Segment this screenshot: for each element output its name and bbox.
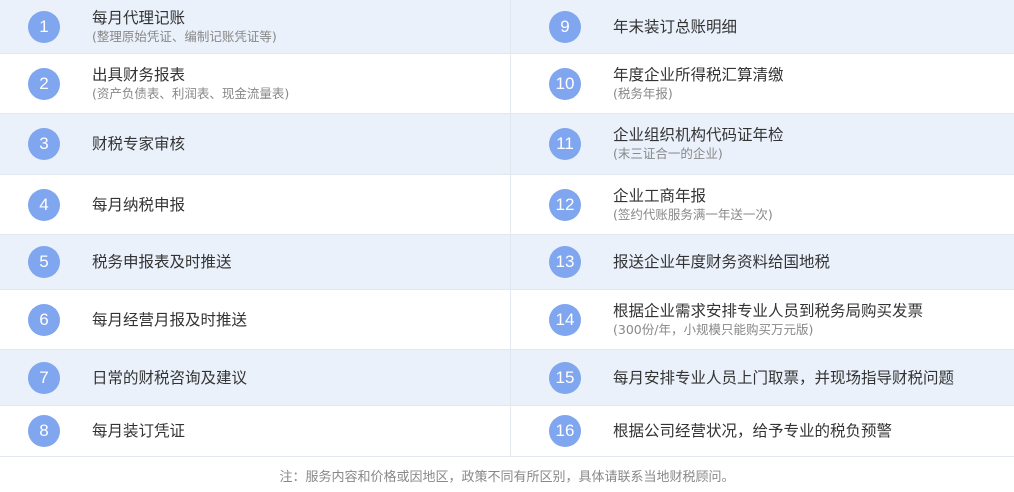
number-badge: 5: [28, 246, 60, 278]
service-title: 根据公司经营状况，给予专业的税负预警: [613, 422, 893, 440]
service-row: 3 财税专家审核 11 企业组织机构代码证年检 (末三证合一的企业): [0, 114, 1014, 175]
service-title: 每月代理记账: [92, 8, 186, 27]
service-item: 3 财税专家审核: [0, 114, 510, 174]
service-subtitle: (300份/年，小规模只能购买万元版): [613, 321, 814, 337]
service-item: 11 企业组织机构代码证年检 (末三证合一的企业): [511, 114, 1014, 174]
service-item: 13 报送企业年度财务资料给国地税: [511, 235, 1014, 289]
number-badge: 10: [549, 67, 581, 100]
service-item: 4 每月纳税申报: [0, 175, 510, 234]
number-badge: 6: [28, 303, 60, 336]
number-badge: 12: [549, 188, 581, 221]
service-item: 16 根据公司经营状况，给予专业的税负预警: [511, 406, 1014, 456]
service-title: 每月安排专业人员上门取票，并现场指导财税问题: [613, 368, 955, 387]
number-badge: 3: [28, 128, 60, 160]
service-item: 2 出具财务报表 (资产负债表、利润表、现金流量表): [0, 54, 510, 113]
service-title: 企业工商年报: [613, 186, 707, 205]
service-item: 5 税务申报表及时推送: [0, 235, 510, 289]
service-subtitle: (资产负债表、利润表、现金流量表): [92, 85, 290, 101]
service-title: 每月装订凭证: [92, 422, 186, 440]
number-badge: 7: [28, 361, 60, 394]
service-item: 1 每月代理记账 (整理原始凭证、编制记账凭证等): [0, 0, 510, 53]
number-badge: 15: [549, 361, 581, 394]
number-badge: 8: [28, 415, 60, 447]
number-badge: 11: [549, 128, 581, 160]
service-title: 财税专家审核: [92, 135, 186, 153]
service-row: 6 每月经营月报及时推送 14 根据企业需求安排专业人员到税务局购买发票 (30…: [0, 290, 1014, 350]
service-row: 7 日常的财税咨询及建议 15 每月安排专业人员上门取票，并现场指导财税问题: [0, 350, 1014, 406]
service-item: 9 年末装订总账明细: [511, 0, 1014, 53]
number-badge: 4: [28, 188, 60, 221]
service-subtitle: (整理原始凭证、编制记账凭证等): [92, 28, 277, 44]
service-row: 4 每月纳税申报 12 企业工商年报 (签约代账服务满一年送一次): [0, 175, 1014, 235]
service-title: 每月纳税申报: [92, 195, 186, 214]
service-subtitle: (税务年报): [613, 85, 673, 101]
service-item: 10 年度企业所得税汇算清缴 (税务年报): [511, 54, 1014, 113]
service-title: 年末装订总账明细: [613, 17, 738, 36]
service-title: 出具财务报表: [92, 65, 186, 84]
service-row: 2 出具财务报表 (资产负债表、利润表、现金流量表) 10 年度企业所得税汇算清…: [0, 54, 1014, 114]
service-item: 6 每月经营月报及时推送: [0, 290, 510, 349]
number-badge: 14: [549, 303, 581, 336]
number-badge: 2: [28, 67, 60, 100]
service-title: 每月经营月报及时推送: [92, 310, 248, 329]
service-item: 14 根据企业需求安排专业人员到税务局购买发票 (300份/年，小规模只能购买万…: [511, 290, 1014, 349]
service-row: 8 每月装订凭证 16 根据公司经营状况，给予专业的税负预警: [0, 406, 1014, 457]
service-subtitle: (末三证合一的企业): [613, 146, 723, 161]
service-row: 1 每月代理记账 (整理原始凭证、编制记账凭证等) 9 年末装订总账明细: [0, 0, 1014, 54]
service-title: 税务申报表及时推送: [92, 253, 232, 271]
service-item: 8 每月装订凭证: [0, 406, 510, 456]
footer-note: 注：服务内容和价格或因地区，政策不同有所区别，具体请联系当地财税顾问。: [279, 470, 735, 485]
column-divider: [510, 0, 511, 457]
service-title: 报送企业年度财务资料给国地税: [613, 253, 831, 271]
service-row: 5 税务申报表及时推送 13 报送企业年度财务资料给国地税: [0, 235, 1014, 290]
service-item: 7 日常的财税咨询及建议: [0, 350, 510, 405]
service-title: 日常的财税咨询及建议: [92, 368, 248, 387]
service-item: 12 企业工商年报 (签约代账服务满一年送一次): [511, 175, 1014, 234]
number-badge: 13: [549, 246, 581, 278]
number-badge: 1: [28, 10, 60, 43]
number-badge: 16: [549, 415, 581, 447]
service-title: 年度企业所得税汇算清缴: [613, 65, 784, 84]
service-item: 15 每月安排专业人员上门取票，并现场指导财税问题: [511, 350, 1014, 405]
number-badge: 9: [549, 10, 581, 43]
service-subtitle: (签约代账服务满一年送一次): [613, 206, 773, 222]
service-title: 企业组织机构代码证年检: [613, 126, 784, 144]
service-title: 根据企业需求安排专业人员到税务局购买发票: [613, 301, 924, 320]
